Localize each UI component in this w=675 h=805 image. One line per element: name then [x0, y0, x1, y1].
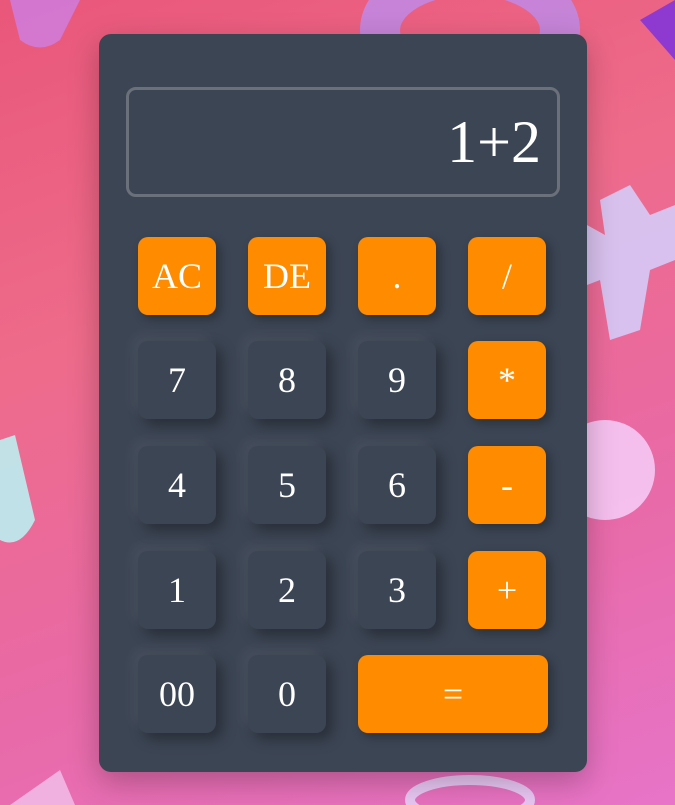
digit-6-button[interactable]: 6 — [358, 446, 436, 524]
digit-4-button[interactable]: 4 — [138, 446, 216, 524]
calculator-panel: 1+2 AC DE . / 7 8 9 * 4 5 6 - 1 2 3 + 00… — [99, 34, 587, 772]
digit-3-button[interactable]: 3 — [358, 551, 436, 629]
digit-1-button[interactable]: 1 — [138, 551, 216, 629]
delete-button[interactable]: DE — [248, 237, 326, 315]
divide-button[interactable]: / — [468, 237, 546, 315]
digit-7-button[interactable]: 7 — [138, 341, 216, 419]
decor-cone-left — [0, 435, 35, 543]
decor-shape-bottom-left — [10, 770, 75, 805]
decor-plus-right — [587, 185, 675, 340]
decor-ring-bottom — [405, 775, 535, 805]
digit-8-button[interactable]: 8 — [248, 341, 326, 419]
digit-0-button[interactable]: 0 — [248, 655, 326, 733]
equals-button[interactable]: = — [358, 655, 548, 733]
digit-5-button[interactable]: 5 — [248, 446, 326, 524]
double-zero-button[interactable]: 00 — [138, 655, 216, 733]
all-clear-button[interactable]: AC — [138, 237, 216, 315]
digit-2-button[interactable]: 2 — [248, 551, 326, 629]
decor-shape-top-left — [10, 0, 80, 48]
subtract-button[interactable]: - — [468, 446, 546, 524]
digit-9-button[interactable]: 9 — [358, 341, 436, 419]
add-button[interactable]: + — [468, 551, 546, 629]
calculator-display: 1+2 — [126, 87, 560, 197]
decimal-button[interactable]: . — [358, 237, 436, 315]
decor-shape-top-right — [640, 0, 675, 60]
multiply-button[interactable]: * — [468, 341, 546, 419]
